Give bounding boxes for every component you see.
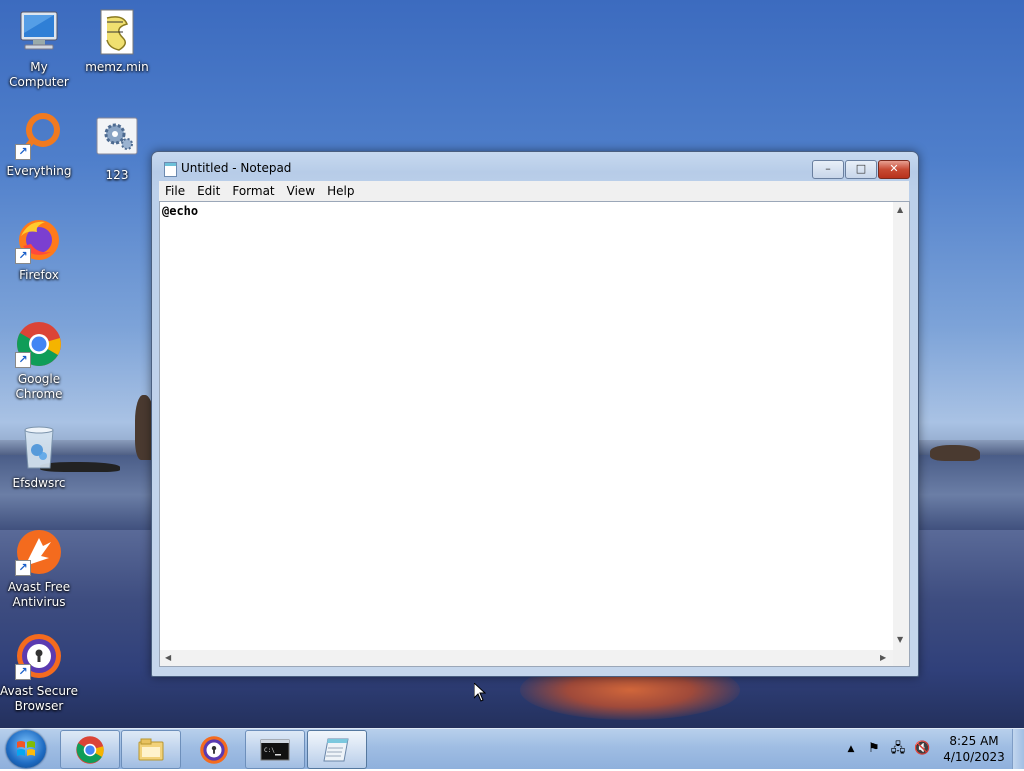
avast-secure-browser-icon: [200, 736, 228, 764]
desktop: My Computer memz.min ↗ Everything 123 ↗ …: [0, 0, 1024, 728]
desktop-icon-label: Google Chrome: [15, 372, 63, 401]
taskbar-command-prompt[interactable]: C:\: [245, 730, 305, 769]
volume-muted-icon[interactable]: 🔇: [914, 741, 930, 757]
vertical-scrollbar[interactable]: ▲ ▼: [893, 201, 910, 652]
desktop-icon-label: Avast Free Antivirus: [7, 580, 71, 609]
desktop-icon-google-chrome[interactable]: ↗ Google Chrome: [0, 320, 78, 402]
taskbar-avast-secure-browser[interactable]: [184, 730, 244, 769]
windows-logo-icon: [17, 741, 35, 756]
desktop-icon-label: Firefox: [19, 268, 59, 282]
wallpaper-rock: [930, 445, 980, 461]
maximize-button[interactable]: □: [845, 160, 877, 179]
notepad-icon: [164, 162, 177, 177]
minimize-button[interactable]: –: [812, 160, 844, 179]
taskbar-notepad-active[interactable]: [307, 730, 367, 769]
recycle-bin-icon: [15, 424, 63, 472]
settings-file-icon: [93, 116, 141, 164]
desktop-icon-label: Avast Secure Browser: [0, 684, 78, 713]
desktop-icon-label: Efsdwsrc: [12, 476, 66, 490]
desktop-icon-label: memz.min: [85, 60, 149, 74]
horizontal-scrollbar[interactable]: ◀ ▶: [159, 650, 895, 667]
desktop-icon-recycle-bin[interactable]: Efsdwsrc: [0, 424, 78, 491]
desktop-icon-avast-free-antivirus[interactable]: ↗ Avast Free Antivirus: [0, 528, 78, 610]
svg-text:C:\: C:\: [264, 747, 275, 754]
action-center-flag-icon[interactable]: ⚑: [866, 741, 882, 757]
scroll-left-arrow-icon[interactable]: ◀: [165, 653, 171, 662]
menu-view[interactable]: View: [281, 181, 321, 201]
taskbar-google-chrome[interactable]: [60, 730, 120, 769]
mouse-cursor-icon: [474, 683, 486, 702]
desktop-icon-label: Everything: [6, 164, 72, 178]
desktop-icon-avast-secure-browser[interactable]: ↗ Avast Secure Browser: [0, 632, 78, 714]
menu-help[interactable]: Help: [321, 181, 360, 201]
shortcut-arrow-icon: ↗: [15, 144, 31, 160]
editor-content: @echo: [162, 204, 199, 218]
clock-time: 8:25 AM: [949, 734, 999, 748]
batch-script-icon: [93, 8, 141, 56]
desktop-icon-123[interactable]: 123: [78, 116, 156, 183]
scroll-right-arrow-icon[interactable]: ▶: [880, 653, 886, 662]
firefox-icon: ↗: [15, 216, 63, 264]
clock[interactable]: 8:25 AM 4/10/2023: [934, 733, 1014, 765]
scroll-down-arrow-icon[interactable]: ▼: [897, 635, 903, 644]
computer-icon: [15, 8, 63, 56]
window-title: Untitled - Notepad: [181, 161, 292, 175]
folder-icon: [138, 738, 164, 761]
shortcut-arrow-icon: ↗: [15, 664, 31, 680]
menu-edit[interactable]: Edit: [191, 181, 226, 201]
desktop-icon-memz-min[interactable]: memz.min: [78, 8, 156, 75]
desktop-icon-firefox[interactable]: ↗ Firefox: [0, 216, 78, 283]
desktop-icon-label: My Computer: [9, 60, 69, 89]
shortcut-arrow-icon: ↗: [15, 248, 31, 264]
menu-bar: File Edit Format View Help: [159, 181, 909, 201]
menu-file[interactable]: File: [159, 181, 191, 201]
scroll-up-arrow-icon[interactable]: ▲: [897, 205, 903, 214]
show-hidden-icons-chevron-icon[interactable]: ▲: [843, 741, 859, 757]
network-icon[interactable]: 🖧: [890, 741, 906, 757]
avast-antivirus-icon: ↗: [15, 528, 63, 576]
start-button[interactable]: [6, 730, 46, 768]
shortcut-arrow-icon: ↗: [15, 560, 31, 576]
notepad-icon: [323, 738, 349, 762]
command-prompt-icon: C:\: [260, 739, 290, 761]
chrome-icon: ↗: [15, 320, 63, 368]
everything-search-icon: ↗: [15, 112, 63, 160]
notepad-window[interactable]: Untitled - Notepad – □ ✕ File Edit Format V…: [151, 151, 919, 677]
menu-format[interactable]: Format: [226, 181, 280, 201]
taskbar: C:\ ▲ ⚑ 🖧 🔇 8:25 AM 4/10/2023: [0, 728, 1024, 769]
close-button[interactable]: ✕: [878, 160, 910, 179]
show-desktop-button[interactable]: [1012, 729, 1024, 769]
taskbar-windows-explorer[interactable]: [121, 730, 181, 769]
desktop-icon-label: 123: [105, 168, 129, 182]
resize-grip-icon[interactable]: [893, 650, 910, 667]
shortcut-arrow-icon: ↗: [15, 352, 31, 368]
text-editor-area[interactable]: @echo: [159, 201, 894, 652]
desktop-icon-everything[interactable]: ↗ Everything: [0, 112, 78, 179]
desktop-icon-my-computer[interactable]: My Computer: [0, 8, 78, 90]
avast-secure-browser-icon: ↗: [15, 632, 63, 680]
chrome-icon: [76, 736, 104, 764]
clock-date: 4/10/2023: [943, 750, 1005, 764]
